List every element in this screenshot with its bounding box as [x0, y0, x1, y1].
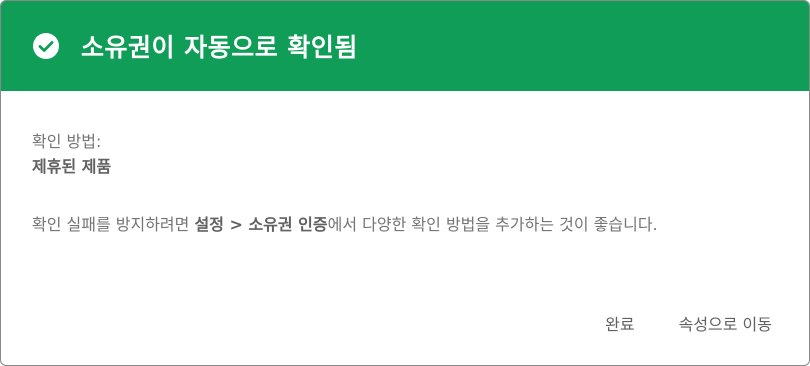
ownership-verified-dialog: 소유권이 자동으로 확인됨 확인 방법: 제휴된 제품 확인 실패를 방지하려면… — [0, 0, 810, 366]
advice-suffix: 에서 다양한 확인 방법을 추가하는 것이 좋습니다. — [327, 215, 658, 234]
verification-method-value: 제휴된 제품 — [32, 157, 112, 176]
done-button[interactable]: 완료 — [605, 311, 634, 335]
settings-path: 설정 > 소유권 인증 — [194, 215, 328, 234]
check-circle-icon — [32, 32, 60, 60]
dialog-body: 확인 방법: 제휴된 제품 확인 실패를 방지하려면 설정 > 소유권 인증에서… — [1, 91, 809, 238]
dialog-title: 소유권이 자동으로 확인됨 — [81, 33, 358, 62]
dialog-actions: 완료 속성으로 이동 — [605, 311, 772, 335]
verification-method-label: 확인 방법: — [32, 132, 102, 151]
advice-prefix: 확인 실패를 방지하려면 — [32, 215, 195, 234]
advice-text: 확인 실패를 방지하려면 설정 > 소유권 인증에서 다양한 확인 방법을 추가… — [32, 212, 780, 238]
go-to-property-button[interactable]: 속성으로 이동 — [679, 311, 772, 335]
dialog-header: 소유권이 자동으로 확인됨 — [1, 1, 809, 91]
